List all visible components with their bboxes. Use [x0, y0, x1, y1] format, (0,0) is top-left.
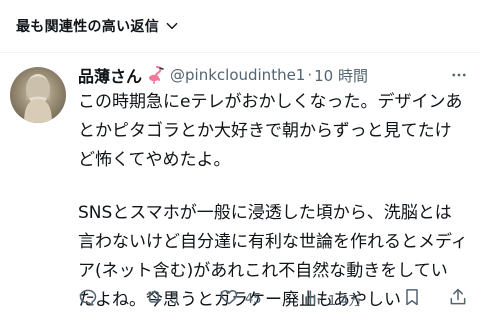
- bar-chart-icon: [302, 287, 322, 311]
- bookmark-button[interactable]: [402, 287, 422, 311]
- like-count: 45: [245, 291, 262, 307]
- handle[interactable]: @pinkcloudinthe1: [170, 66, 305, 84]
- share-button[interactable]: [448, 287, 468, 311]
- bookmark-icon: [402, 287, 422, 311]
- tweet-line: この時期急にeテレがおかしくなった。デザインあ: [78, 92, 463, 112]
- repost-count: 5: [170, 291, 179, 307]
- tweet-line: SNSとスマホが一般に浸透した頃から、洗脳とは: [78, 203, 452, 223]
- timestamp[interactable]: 10 時間: [314, 65, 368, 86]
- repost-button[interactable]: 5: [144, 287, 179, 311]
- heart-icon: [219, 287, 239, 311]
- reply-sort-dropdown[interactable]: 最も関連性の高い返信: [16, 14, 179, 38]
- chevron-down-icon: [165, 19, 179, 33]
- avatar[interactable]: [10, 67, 66, 123]
- separator: ·: [307, 66, 313, 84]
- reply-icon: [78, 287, 98, 311]
- section-divider: [0, 52, 480, 53]
- flamingo-icon: [146, 65, 164, 85]
- reply-sort-label: 最も関連性の高い返信: [16, 19, 159, 35]
- like-button[interactable]: 45: [219, 287, 262, 311]
- repost-icon: [144, 287, 164, 311]
- tweet-paragraph: この時期急にeテレがおかしくなった。デザインあ とかピタゴラとか大好きで朝からず…: [78, 88, 474, 175]
- tweet-line: ア(ネット含む)があれこれ不自然な動きをしてい: [78, 261, 448, 281]
- views-count: 1.4万: [327, 293, 362, 309]
- tweet-line: ど怖くてやめたよ。: [78, 150, 231, 170]
- tweet-line: 言わないけど自分達に有利な世論を作れるとメディ: [78, 232, 468, 252]
- right-actions: [402, 287, 468, 311]
- tweet-line: とかピタゴラとか大好きで朝からずっと見てたけ: [78, 121, 452, 141]
- action-bar: 5 45 1.4万: [78, 287, 468, 311]
- more-options-icon[interactable]: [450, 66, 468, 84]
- tweet-header: 品薄さん @pinkcloudinthe1 · 10 時間: [78, 62, 470, 88]
- tweet-text: この時期急にeテレがおかしくなった。デザインあ とかピタゴラとか大好きで朝からず…: [78, 88, 474, 315]
- reply-button[interactable]: [78, 287, 104, 311]
- share-icon: [448, 287, 468, 311]
- views-button[interactable]: 1.4万: [302, 287, 362, 311]
- display-name[interactable]: 品薄さん: [78, 63, 142, 87]
